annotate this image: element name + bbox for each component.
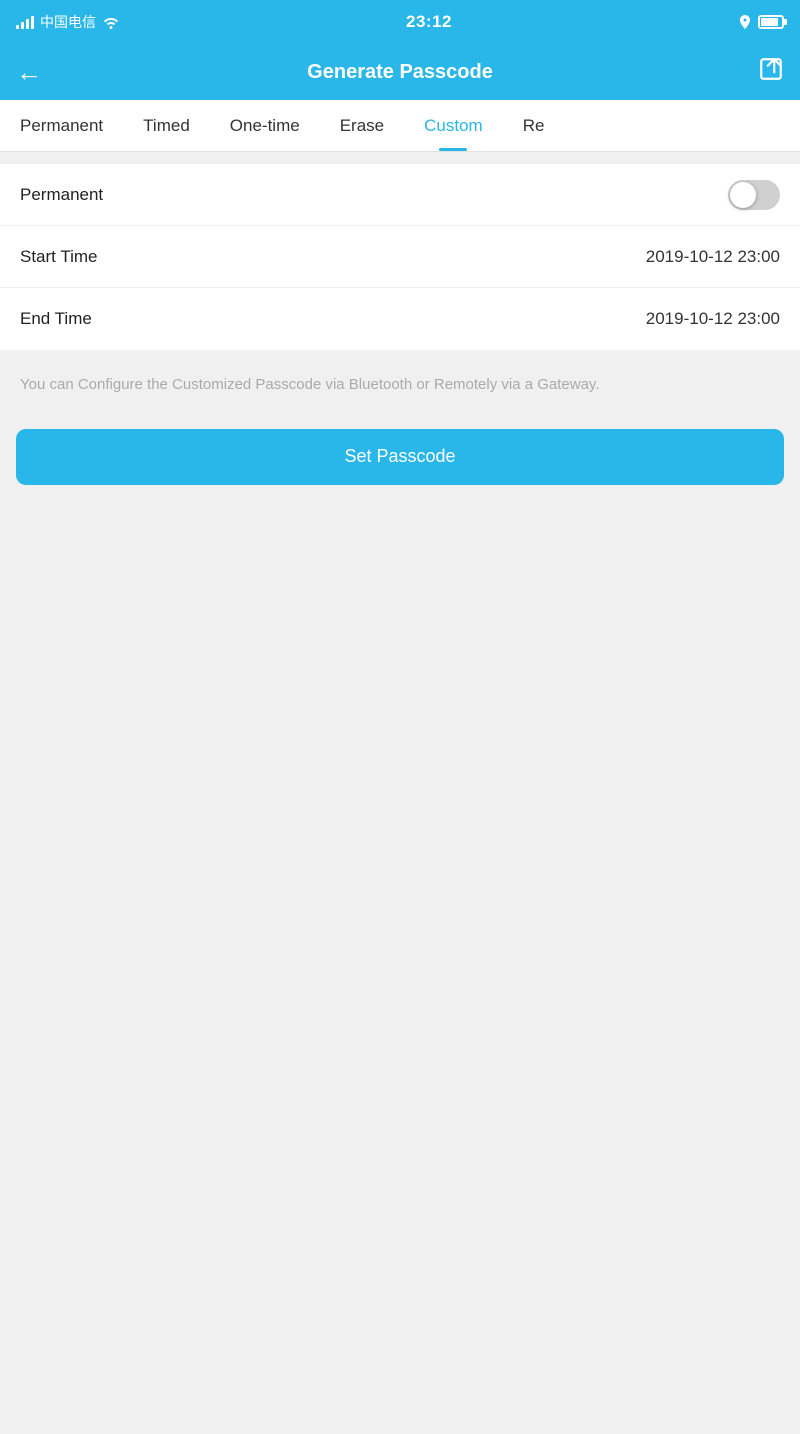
set-passcode-button[interactable]: Set Passcode — [16, 429, 784, 485]
end-time-value: 2019-10-12 23:00 — [646, 309, 780, 329]
form-card: Permanent Start Time 2019-10-12 23:00 En… — [0, 164, 800, 350]
app-header: ← Generate Passcode — [0, 44, 800, 100]
back-button[interactable]: ← — [16, 53, 50, 92]
wifi-icon — [102, 15, 120, 29]
page-title: Generate Passcode — [307, 61, 493, 84]
share-button[interactable] — [758, 56, 784, 88]
end-time-row[interactable]: End Time 2019-10-12 23:00 — [0, 288, 800, 350]
info-text: You can Configure the Customized Passcod… — [0, 350, 800, 421]
status-left: 中国电信 — [16, 12, 120, 32]
tab-custom[interactable]: Custom — [404, 100, 503, 151]
permanent-toggle[interactable] — [728, 180, 780, 210]
end-time-label: End Time — [20, 309, 92, 329]
share-icon — [758, 56, 784, 82]
tab-permanent[interactable]: Permanent — [0, 100, 123, 151]
permanent-label: Permanent — [20, 185, 103, 205]
carrier-label: 中国电信 — [40, 12, 96, 32]
start-time-label: Start Time — [20, 247, 97, 267]
content-area: Permanent Start Time 2019-10-12 23:00 En… — [0, 164, 800, 1434]
battery-icon — [758, 15, 784, 29]
start-time-row[interactable]: Start Time 2019-10-12 23:00 — [0, 226, 800, 288]
tab-onetime[interactable]: One-time — [210, 100, 320, 151]
status-time: 23:12 — [406, 12, 452, 32]
tab-erase[interactable]: Erase — [320, 100, 404, 151]
tab-re[interactable]: Re — [503, 100, 565, 151]
permanent-row: Permanent — [0, 164, 800, 226]
tab-bar: Permanent Timed One-time Erase Custom Re — [0, 100, 800, 152]
tab-timed[interactable]: Timed — [123, 100, 210, 151]
start-time-value: 2019-10-12 23:00 — [646, 247, 780, 267]
location-icon — [738, 15, 752, 29]
status-right — [738, 15, 784, 29]
toggle-knob — [730, 182, 756, 208]
signal-icon — [16, 15, 34, 29]
status-bar: 中国电信 23:12 — [0, 0, 800, 44]
